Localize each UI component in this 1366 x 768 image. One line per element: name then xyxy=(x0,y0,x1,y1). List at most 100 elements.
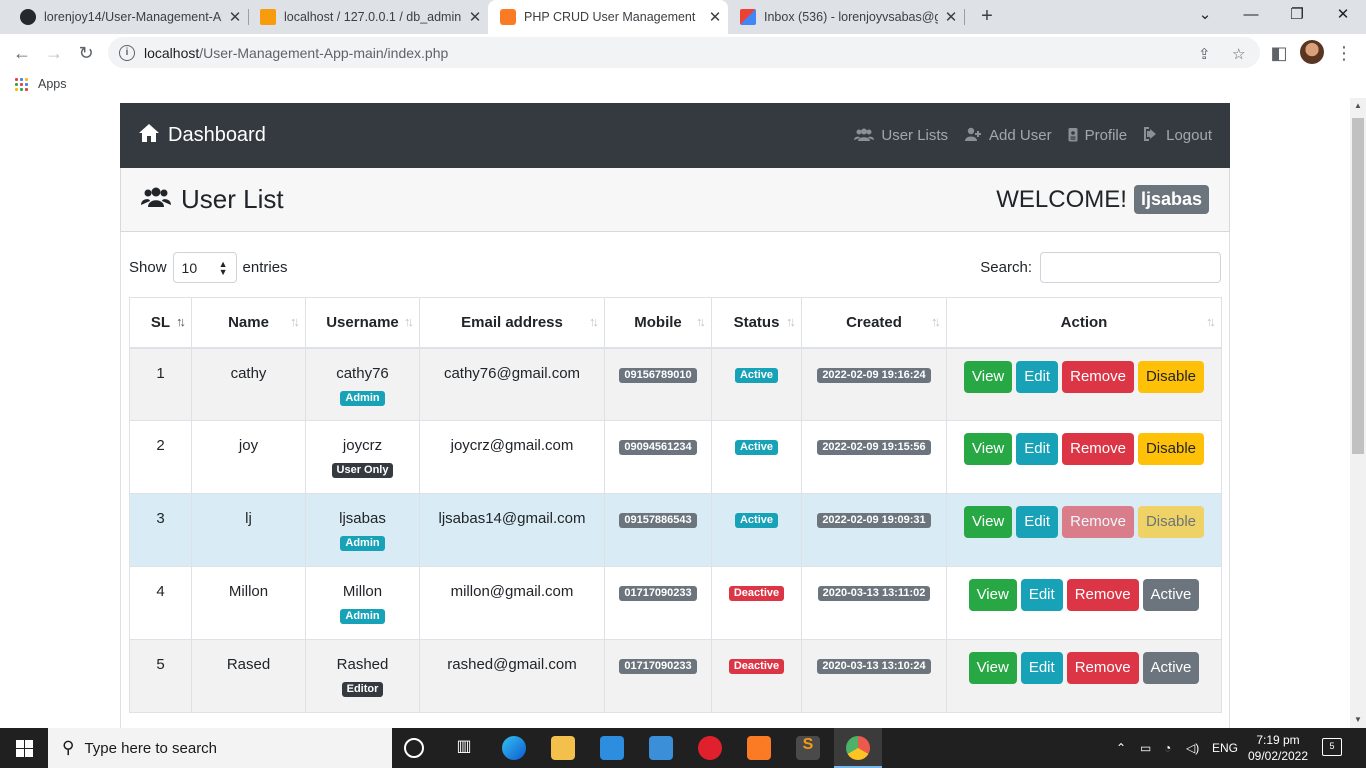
edit-button[interactable]: Edit xyxy=(1020,579,1063,611)
column-header-sl[interactable]: SL ↑↓ xyxy=(129,297,192,349)
apps-grid-icon[interactable] xyxy=(15,78,28,91)
view-button[interactable]: View xyxy=(968,579,1017,611)
edge-icon[interactable] xyxy=(502,736,526,760)
table-row: 1 cathy cathy76 Admin cathy76@gmail.com 09156… xyxy=(129,347,1222,421)
sort-icon: ↑↓ xyxy=(290,314,300,329)
tray-chevron-icon[interactable]: ⌃ xyxy=(1116,728,1126,768)
created-badge: 2020-03-13 13:10:24 xyxy=(817,659,931,674)
column-header-name[interactable]: Name ↑↓ xyxy=(191,297,306,349)
cell-mobile: 01717090233 xyxy=(604,566,712,640)
maximize-button[interactable]: ❐ xyxy=(1274,0,1320,30)
username-badge: ljsabas xyxy=(1133,185,1209,214)
volume-icon[interactable]: ◁) xyxy=(1186,728,1199,768)
edit-button[interactable]: Edit xyxy=(1016,506,1059,538)
nav-user-lists[interactable]: User Lists xyxy=(854,127,948,144)
taskbar-clock[interactable]: 7:19 pm 09/02/2022 xyxy=(1246,732,1310,764)
profile-avatar[interactable] xyxy=(1300,40,1324,64)
remove-button[interactable]: Remove xyxy=(1066,652,1139,684)
scroll-down-icon[interactable]: ▼ xyxy=(1350,712,1366,728)
edit-button[interactable]: Edit xyxy=(1016,360,1059,393)
gmail-icon xyxy=(740,9,756,25)
language-indicator[interactable]: ENG xyxy=(1212,728,1238,768)
edit-button[interactable]: Edit xyxy=(1016,433,1059,465)
toggle-status-button[interactable]: Active xyxy=(1142,652,1200,684)
close-tab-icon[interactable]: ✕ xyxy=(702,8,728,26)
column-header-action[interactable]: Action ↑↓ xyxy=(946,297,1222,349)
minimize-button[interactable]: — xyxy=(1228,0,1274,30)
menu-kebab-icon[interactable]: ⋮ xyxy=(1331,40,1357,66)
store-icon[interactable] xyxy=(649,736,673,760)
nav-logout[interactable]: Logout xyxy=(1143,127,1212,144)
view-button[interactable]: View xyxy=(968,652,1017,684)
toggle-status-button[interactable]: Disable xyxy=(1137,506,1204,538)
taskbar-search[interactable]: ⚲ Type here to search xyxy=(48,728,392,768)
browser-tab-github[interactable]: lorenjoy14/User-Management-Ap ✕ xyxy=(8,0,249,34)
nav-add-user[interactable]: Add User xyxy=(964,127,1052,144)
cell-name: Rased xyxy=(191,639,306,713)
cell-mobile: 01717090233 xyxy=(604,639,712,713)
column-header-created[interactable]: Created ↑↓ xyxy=(801,297,947,349)
forward-arrow-icon[interactable]: → xyxy=(41,40,67,66)
address-bar[interactable]: i localhost/User-Management-App-main/ind… xyxy=(108,37,1260,68)
bookmark-apps[interactable]: Apps xyxy=(38,77,67,91)
toggle-status-button[interactable]: Disable xyxy=(1137,433,1204,465)
new-tab-button[interactable]: + xyxy=(975,4,999,28)
search-input[interactable] xyxy=(1040,252,1221,283)
remove-button[interactable]: Remove xyxy=(1062,506,1134,538)
close-tab-icon[interactable]: ✕ xyxy=(938,8,964,26)
column-header-username[interactable]: Username ↑↓ xyxy=(305,297,420,349)
file-explorer-icon[interactable] xyxy=(551,736,575,760)
page-scrollbar[interactable]: ▲ ▼ xyxy=(1350,98,1366,728)
scrollbar-thumb[interactable] xyxy=(1352,118,1364,454)
entries-select[interactable]: 10 ▲ ▼ xyxy=(172,252,237,283)
view-button[interactable]: View xyxy=(964,433,1013,465)
opera-icon[interactable] xyxy=(698,736,722,760)
browser-tab-gmail[interactable]: Inbox (536) - lorenjoyvsabas@gm ✕ xyxy=(728,0,965,34)
datatable-search: Search: xyxy=(980,252,1221,283)
browser-tab-active[interactable]: PHP CRUD User Management ✕ xyxy=(488,0,728,34)
card-body: Show 10 ▲ ▼ entries Search: SL ↑↓ Name ↑… xyxy=(120,232,1230,728)
toggle-status-button[interactable]: Active xyxy=(1142,579,1200,611)
remove-button[interactable]: Remove xyxy=(1062,360,1134,393)
close-tab-icon[interactable]: ✕ xyxy=(462,8,488,26)
user-plus-icon xyxy=(964,127,982,144)
view-button[interactable]: View xyxy=(964,360,1013,393)
bookmark-star-icon[interactable]: ☆ xyxy=(1232,45,1245,63)
cell-email: ljsabas14@gmail.com xyxy=(419,493,605,567)
close-tab-icon[interactable]: ✕ xyxy=(222,8,248,26)
task-view-icon[interactable]: ▥ xyxy=(452,736,476,760)
edit-button[interactable]: Edit xyxy=(1020,652,1063,684)
brand-label: Dashboard xyxy=(168,124,266,146)
toggle-status-button[interactable]: Disable xyxy=(1137,360,1204,393)
battery-icon[interactable]: ▭ xyxy=(1140,728,1151,768)
navbar-brand[interactable]: Dashboard xyxy=(138,123,266,149)
windows-start-icon[interactable] xyxy=(0,728,48,768)
wifi-icon[interactable]: ◔ xyxy=(1164,728,1171,768)
role-badge: Editor xyxy=(341,682,384,697)
side-panel-icon[interactable]: ◧ xyxy=(1266,40,1292,66)
column-header-status[interactable]: Status ↑↓ xyxy=(711,297,802,349)
browser-tab-phpmyadmin[interactable]: localhost / 127.0.0.1 / db_admin / ✕ xyxy=(248,0,488,34)
xampp-taskbar-icon[interactable] xyxy=(747,736,771,760)
cortana-icon[interactable] xyxy=(404,738,424,758)
tab-search-icon[interactable]: ⌄ xyxy=(1182,0,1228,30)
close-window-button[interactable]: ✕ xyxy=(1320,0,1366,30)
nav-profile[interactable]: Profile xyxy=(1068,127,1127,145)
reload-icon[interactable]: ↻ xyxy=(73,40,99,66)
view-button[interactable]: View xyxy=(964,506,1013,538)
username-text: cathy76 xyxy=(336,364,389,382)
notification-icon[interactable]: 5 xyxy=(1322,738,1342,756)
mail-icon[interactable] xyxy=(600,736,624,760)
scroll-up-icon[interactable]: ▲ xyxy=(1350,98,1366,114)
column-header-mobile[interactable]: Mobile ↑↓ xyxy=(604,297,712,349)
remove-button[interactable]: Remove xyxy=(1066,579,1139,611)
sublime-icon[interactable]: S xyxy=(796,736,820,760)
share-icon[interactable]: ⇪ xyxy=(1198,45,1211,63)
cell-created: 2020-03-13 13:10:24 xyxy=(801,639,947,713)
role-badge: Admin xyxy=(340,390,385,406)
back-arrow-icon[interactable]: ← xyxy=(9,40,35,66)
column-header-email[interactable]: Email address ↑↓ xyxy=(419,297,605,349)
page-title: User List xyxy=(141,184,284,215)
remove-button[interactable]: Remove xyxy=(1062,433,1134,465)
site-info-icon[interactable]: i xyxy=(119,44,135,61)
